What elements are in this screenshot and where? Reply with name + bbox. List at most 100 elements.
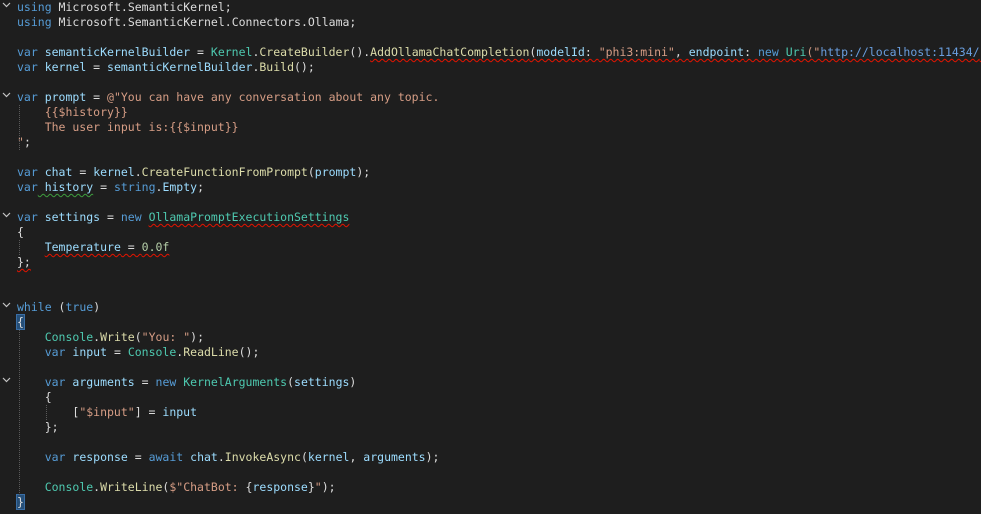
code-token: ( xyxy=(134,330,142,344)
code-token: var xyxy=(44,345,66,359)
code-token: settings xyxy=(37,210,101,224)
chevron-down-icon[interactable] xyxy=(1,0,11,15)
code-token: [ xyxy=(17,405,80,419)
indent-guide xyxy=(19,105,20,150)
code-token: ); xyxy=(321,480,336,494)
code-line[interactable] xyxy=(17,30,981,45)
code-token: = xyxy=(86,60,108,74)
code-token: var xyxy=(17,210,38,224)
code-token: Kernel xyxy=(210,45,253,59)
code-token: } xyxy=(307,480,315,494)
code-token: . xyxy=(134,165,142,179)
code-token: ReadLine xyxy=(183,345,239,359)
code-token: ) xyxy=(349,375,357,389)
chevron-down-icon[interactable] xyxy=(1,210,11,225)
code-line[interactable]: var prompt = @"You can have any conversa… xyxy=(17,90,981,105)
code-line[interactable]: using Microsoft.SemanticKernel.Connector… xyxy=(17,15,981,30)
code-token: InvokeAsync xyxy=(224,450,301,464)
code-line[interactable]: var chat = kernel.CreateFunctionFromProm… xyxy=(17,165,981,180)
code-token: Console xyxy=(44,480,94,494)
code-line[interactable] xyxy=(17,270,981,285)
code-token: ( xyxy=(307,165,315,179)
code-token: (). xyxy=(349,45,371,59)
code-line[interactable]: while (true) xyxy=(17,300,981,315)
code-token: }; xyxy=(17,255,31,269)
code-line[interactable]: var settings = new OllamaPromptExecution… xyxy=(17,210,981,225)
code-token: var xyxy=(17,60,38,74)
code-token: = xyxy=(100,210,121,224)
code-token: (" xyxy=(806,45,821,59)
code-token: Build xyxy=(259,60,294,74)
code-line[interactable] xyxy=(17,195,981,210)
code-area[interactable]: using Microsoft.SemanticKernel; using Mic… xyxy=(16,0,981,510)
code-line[interactable] xyxy=(17,435,981,450)
code-token: ; xyxy=(349,15,357,29)
code-line[interactable]: "; xyxy=(17,135,981,150)
code-token: new xyxy=(757,45,779,59)
code-line[interactable]: { xyxy=(16,314,981,330)
code-token: settings xyxy=(294,375,350,389)
code-token: "$input" xyxy=(79,405,135,419)
code-line[interactable] xyxy=(17,150,981,165)
code-line[interactable] xyxy=(17,285,981,300)
code-token: ); xyxy=(425,450,440,464)
chevron-down-icon[interactable] xyxy=(1,300,11,315)
code-line[interactable]: { xyxy=(17,225,981,240)
code-token: { xyxy=(17,390,52,404)
code-line[interactable]: var semanticKernelBuilder = Kernel.Creat… xyxy=(17,45,981,60)
code-line[interactable]: ["$input"] = input xyxy=(17,405,981,420)
code-token: using xyxy=(17,0,52,14)
code-line[interactable]: using Microsoft.SemanticKernel; xyxy=(17,0,981,15)
code-token: Write xyxy=(100,330,135,344)
code-token: kernel xyxy=(93,165,135,179)
code-token: var xyxy=(44,375,66,389)
code-token: Microsoft xyxy=(51,15,121,29)
code-token: {{$history}} xyxy=(17,105,128,119)
chevron-down-icon[interactable] xyxy=(1,90,11,105)
code-token: CreateFunctionFromPrompt xyxy=(141,165,308,179)
code-token: string xyxy=(113,180,156,194)
code-token: . xyxy=(224,15,232,29)
code-line[interactable]: {{$history}} xyxy=(17,105,981,120)
code-token: . xyxy=(300,15,308,29)
code-line[interactable]: { xyxy=(17,390,981,405)
code-line[interactable]: }; xyxy=(17,420,981,435)
indent-guide xyxy=(19,240,20,255)
code-token: ); xyxy=(190,330,204,344)
code-line[interactable] xyxy=(17,75,981,90)
code-token: arguments xyxy=(65,375,135,389)
code-editor[interactable]: using Microsoft.SemanticKernel; using Mic… xyxy=(0,0,981,514)
code-token: ); xyxy=(356,165,371,179)
indent-guide xyxy=(19,330,20,495)
code-token: : xyxy=(584,45,599,59)
code-line[interactable]: var kernel = semanticKernelBuilder.Build… xyxy=(17,60,981,75)
code-line[interactable]: Console.WriteLine($"ChatBot: {response}"… xyxy=(17,480,981,495)
code-token: var xyxy=(17,180,38,194)
code-line[interactable]: var input = Console.ReadLine(); xyxy=(17,345,981,360)
code-line[interactable]: Temperature = 0.0f xyxy=(17,240,981,255)
code-token: true xyxy=(65,300,94,314)
code-token: . xyxy=(217,450,225,464)
code-token: var xyxy=(17,165,38,179)
code-line[interactable] xyxy=(17,360,981,375)
code-token: , xyxy=(349,450,364,464)
code-line[interactable]: } xyxy=(16,494,981,510)
code-line[interactable]: var response = await chat.InvokeAsync(ke… xyxy=(17,450,981,465)
code-line[interactable]: The user input is:{{$input}} xyxy=(17,120,981,135)
code-line[interactable]: var arguments = new KernelArguments(sett… xyxy=(17,375,981,390)
code-token: CreateBuilder xyxy=(259,45,350,59)
code-token: = xyxy=(86,90,108,104)
code-token: ; xyxy=(197,180,204,194)
code-token: input xyxy=(162,405,198,419)
code-token: $"ChatBot: xyxy=(169,480,246,494)
code-line[interactable]: Console.Write("You: "); xyxy=(17,330,981,345)
code-line[interactable]: var history = string.Empty; xyxy=(17,180,981,195)
code-token: prompt xyxy=(37,90,87,104)
code-token: = xyxy=(190,45,211,59)
chevron-down-icon[interactable] xyxy=(1,375,11,390)
code-line[interactable]: }; xyxy=(17,255,981,270)
code-line[interactable] xyxy=(17,465,981,480)
